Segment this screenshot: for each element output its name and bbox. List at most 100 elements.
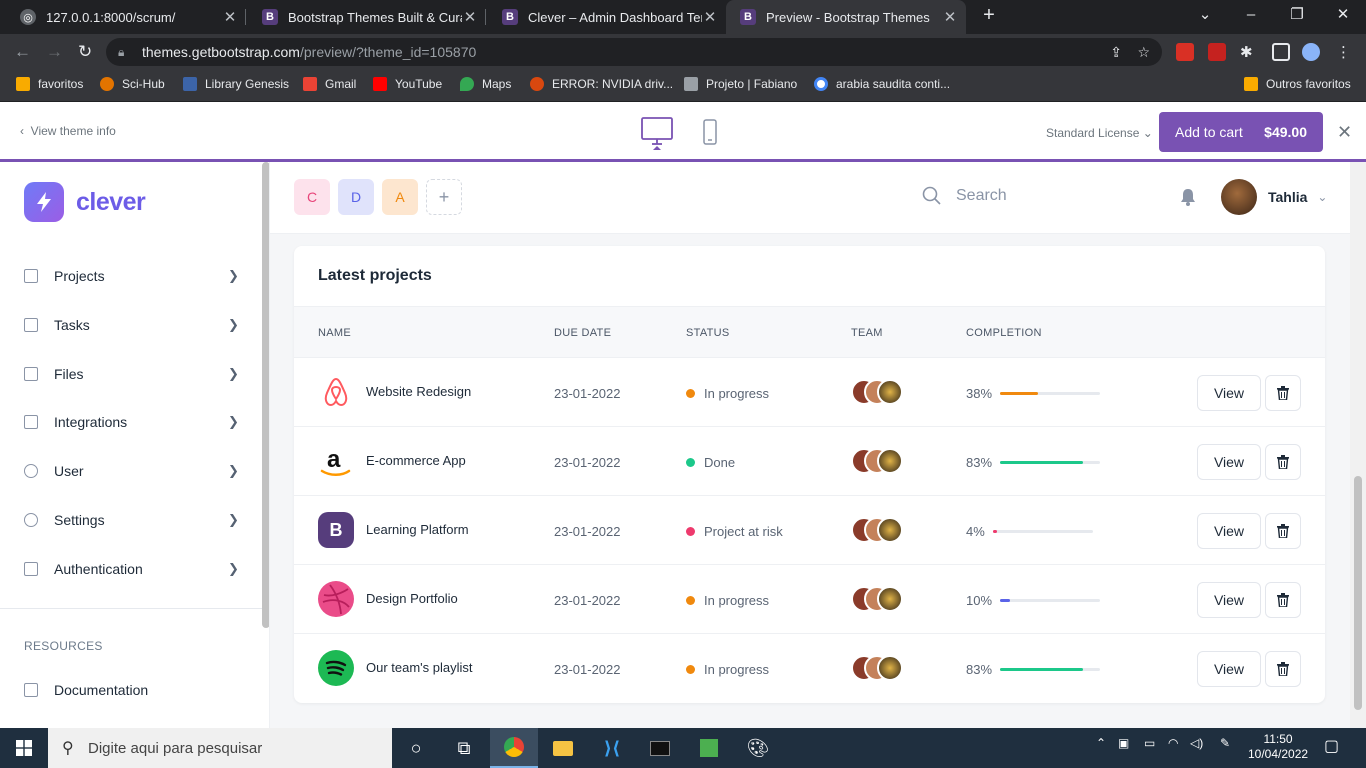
mobile-view-icon[interactable] xyxy=(703,116,717,151)
status: Project at risk xyxy=(686,524,783,539)
bell-icon[interactable] xyxy=(1180,188,1196,211)
delete-button[interactable] xyxy=(1265,375,1301,411)
avatar xyxy=(877,379,903,405)
sidebar-item-settings[interactable]: Settings ❯ xyxy=(24,505,240,535)
delete-button[interactable] xyxy=(1265,651,1301,687)
trash-icon xyxy=(1277,593,1289,607)
vscode-icon[interactable]: ⟩⟨ xyxy=(588,728,636,768)
task-view-icon[interactable]: ⧉ xyxy=(440,728,488,768)
delete-button[interactable] xyxy=(1265,513,1301,549)
terminal-icon xyxy=(24,415,38,429)
sidebar-item-projects[interactable]: Projects ❯ xyxy=(24,261,240,291)
star-icon[interactable]: ☆ xyxy=(1137,38,1150,66)
battery-icon[interactable]: ▭ xyxy=(1144,736,1155,750)
back-arrow-icon[interactable]: ← xyxy=(14,42,31,62)
taskbar-search-input[interactable]: ⚲ Digite aqui para pesquisar xyxy=(48,728,392,768)
page-scrollbar[interactable] xyxy=(1350,162,1366,728)
sidebar-icon[interactable] xyxy=(1272,43,1290,61)
view-button[interactable]: View xyxy=(1197,375,1261,411)
window-close-button[interactable]: ✕ xyxy=(1320,0,1366,32)
volume-icon[interactable]: ◁) xyxy=(1190,736,1203,750)
tab-search-icon[interactable]: ⌄ xyxy=(1182,0,1228,32)
sidebar-item-documentation[interactable]: Documentation xyxy=(24,675,240,705)
bookmark-item[interactable]: arabia saudita conti... xyxy=(814,77,950,91)
workspace-d[interactable]: D xyxy=(338,179,374,215)
close-preview-icon[interactable]: ✕ xyxy=(1337,122,1352,143)
minimize-button[interactable]: – xyxy=(1228,0,1274,32)
chevron-down-icon: ⌄ xyxy=(1317,190,1328,204)
browser-tab[interactable]: B Clever – Admin Dashboard Temp ✕ xyxy=(488,0,726,34)
url-field[interactable]: 🔒︎ themes.getbootstrap.com/preview/?them… xyxy=(106,38,1162,66)
sidebar-item-integrations[interactable]: Integrations ❯ xyxy=(24,407,240,437)
desktop-view-icon[interactable] xyxy=(641,116,673,155)
system-clock[interactable]: 11:50 10/04/2022 xyxy=(1248,732,1308,762)
wifi-icon[interactable]: ◠ xyxy=(1168,736,1178,750)
pen-icon[interactable]: ✎ xyxy=(1220,736,1230,750)
add-to-cart-button[interactable]: Add to cart $49.00 xyxy=(1159,112,1323,152)
view-button[interactable]: View xyxy=(1197,582,1261,618)
bookmark-item[interactable]: Sci-Hub xyxy=(100,77,165,91)
chart-app-icon[interactable] xyxy=(685,728,733,768)
forward-arrow-icon[interactable]: → xyxy=(46,42,63,62)
bookmark-item[interactable]: YouTube xyxy=(373,77,442,91)
scrollbar-thumb[interactable] xyxy=(1354,476,1362,710)
license-dropdown[interactable]: Standard License ⌄ xyxy=(1046,126,1153,140)
share-icon[interactable]: ⇪ xyxy=(1110,38,1122,66)
browser-tab-active[interactable]: B Preview - Bootstrap Themes ✕ xyxy=(726,0,966,34)
bookmark-item[interactable]: Library Genesis xyxy=(183,77,289,91)
status-dot xyxy=(686,458,695,467)
view-button[interactable]: View xyxy=(1197,444,1261,480)
file-explorer-icon[interactable] xyxy=(539,728,587,768)
menu-icon[interactable]: ⋮ xyxy=(1336,43,1351,61)
workspace-a[interactable]: A xyxy=(382,179,418,215)
view-theme-info-link[interactable]: ‹ View theme info xyxy=(20,124,116,138)
close-tab-icon[interactable]: ✕ xyxy=(702,8,718,26)
bookmark-item[interactable]: favoritos xyxy=(16,77,83,91)
windows-start-icon[interactable] xyxy=(0,728,48,768)
close-tab-icon[interactable]: ✕ xyxy=(942,8,958,26)
paint-icon[interactable]: 🎨︎ xyxy=(734,728,782,768)
new-tab-button[interactable]: + xyxy=(966,0,1012,32)
project-name[interactable]: Design Portfolio xyxy=(366,591,458,606)
browser-tab[interactable]: ◎ 127.0.0.1:8000/scrum/ ✕ xyxy=(6,0,246,34)
tab-title: Bootstrap Themes Built & Curate xyxy=(288,9,462,25)
chevron-up-icon[interactable]: ⌃ xyxy=(1096,736,1106,750)
delete-button[interactable] xyxy=(1265,582,1301,618)
terminal-icon[interactable] xyxy=(636,728,684,768)
sidebar-item-authentication[interactable]: Authentication ❯ xyxy=(24,554,240,584)
bookmark-item[interactable]: Projeto | Fabiano xyxy=(684,77,797,91)
close-tab-icon[interactable]: ✕ xyxy=(462,8,478,26)
tray-app-icon[interactable]: ▣ xyxy=(1118,736,1129,750)
restore-button[interactable]: ❐ xyxy=(1274,0,1320,32)
sidebar-item-tasks[interactable]: Tasks ❯ xyxy=(24,310,240,340)
user-menu[interactable]: Tahlia ⌄ xyxy=(1221,179,1327,215)
project-name[interactable]: E-commerce App xyxy=(366,453,466,468)
cortana-icon[interactable]: ○ xyxy=(392,728,440,768)
project-name[interactable]: Our team's playlist xyxy=(366,660,473,675)
sidebar-item-files[interactable]: Files ❯ xyxy=(24,359,240,389)
sidebar-item-user[interactable]: User ❯ xyxy=(24,456,240,486)
bookmark-item[interactable]: ERROR: NVIDIA driv... xyxy=(530,77,673,91)
project-name[interactable]: Website Redesign xyxy=(366,384,471,399)
bookmark-item[interactable]: Gmail xyxy=(303,77,356,91)
puzzle-icon[interactable]: ✱ xyxy=(1240,43,1258,61)
chrome-icon[interactable] xyxy=(490,728,538,768)
workspace-c[interactable]: C xyxy=(294,179,330,215)
extension-icon[interactable] xyxy=(1208,43,1226,61)
brand-logo[interactable]: clever xyxy=(24,182,146,222)
bookmark-item[interactable]: Outros favoritos xyxy=(1244,77,1351,91)
sidebar-scrollbar[interactable] xyxy=(262,162,269,628)
bookmark-item[interactable]: Maps xyxy=(460,77,511,91)
add-workspace-button[interactable]: + xyxy=(426,179,462,215)
extension-icon[interactable] xyxy=(1176,43,1194,61)
delete-button[interactable] xyxy=(1265,444,1301,480)
search-field[interactable]: Search xyxy=(922,186,1007,206)
view-button[interactable]: View xyxy=(1197,651,1261,687)
project-name[interactable]: Learning Platform xyxy=(366,522,469,537)
notifications-icon[interactable]: ▢ xyxy=(1324,736,1339,756)
profile-avatar[interactable] xyxy=(1302,43,1320,61)
reload-icon[interactable]: ↻ xyxy=(78,42,92,62)
close-tab-icon[interactable]: ✕ xyxy=(222,8,238,26)
view-button[interactable]: View xyxy=(1197,513,1261,549)
browser-tab[interactable]: B Bootstrap Themes Built & Curate ✕ xyxy=(248,0,486,34)
